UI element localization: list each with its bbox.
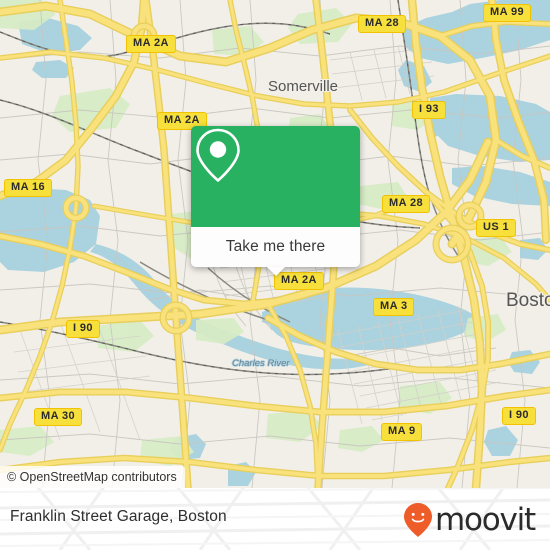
road-shield-i-93[interactable]: I 93 bbox=[412, 101, 446, 119]
road-shield-ma-30[interactable]: MA 30 bbox=[34, 408, 82, 426]
take-me-there-label: Take me there bbox=[225, 238, 326, 255]
road-shield-ma-28-south[interactable]: MA 28 bbox=[382, 195, 430, 213]
road-shield-ma-9[interactable]: MA 9 bbox=[381, 423, 423, 441]
road-shield-ma-16[interactable]: MA 16 bbox=[4, 179, 52, 197]
take-me-there-button[interactable]: Take me there bbox=[191, 227, 360, 276]
footer-bar: Franklin Street Garage, Boston moovit bbox=[0, 488, 550, 550]
map-canvas[interactable]: Somerville Boston Charles River MA 2A MA… bbox=[0, 0, 550, 488]
road-shield-us-1[interactable]: US 1 bbox=[476, 219, 517, 237]
road-shield-ma-99[interactable]: MA 99 bbox=[483, 4, 531, 22]
road-shield-ma-28-north[interactable]: MA 28 bbox=[358, 15, 406, 33]
map-label-somerville: Somerville bbox=[268, 78, 339, 95]
moovit-place-map-page: Somerville Boston Charles River MA 2A MA… bbox=[0, 0, 550, 550]
map-pin-icon bbox=[196, 128, 240, 182]
map-attribution[interactable]: © OpenStreetMap contributors bbox=[0, 466, 185, 488]
map-label-charles-river: Charles River bbox=[232, 358, 290, 369]
road-shield-i-90-east[interactable]: I 90 bbox=[502, 407, 536, 425]
moovit-pin-icon bbox=[403, 503, 432, 537]
road-shield-ma-2a-north[interactable]: MA 2A bbox=[126, 35, 176, 53]
road-shield-i-90-west[interactable]: I 90 bbox=[66, 320, 100, 338]
moovit-wordmark: moovit bbox=[434, 501, 536, 538]
card-icon-area bbox=[191, 126, 360, 227]
place-title: Franklin Street Garage, Boston bbox=[10, 508, 227, 525]
card-pointer-tip bbox=[266, 267, 285, 276]
road-shield-ma-3[interactable]: MA 3 bbox=[373, 298, 415, 316]
moovit-brand[interactable]: moovit bbox=[403, 501, 536, 538]
attribution-text: © OpenStreetMap contributors bbox=[7, 470, 177, 484]
map-label-boston: Boston bbox=[506, 290, 550, 311]
take-me-there-card[interactable]: Take me there bbox=[191, 126, 360, 276]
